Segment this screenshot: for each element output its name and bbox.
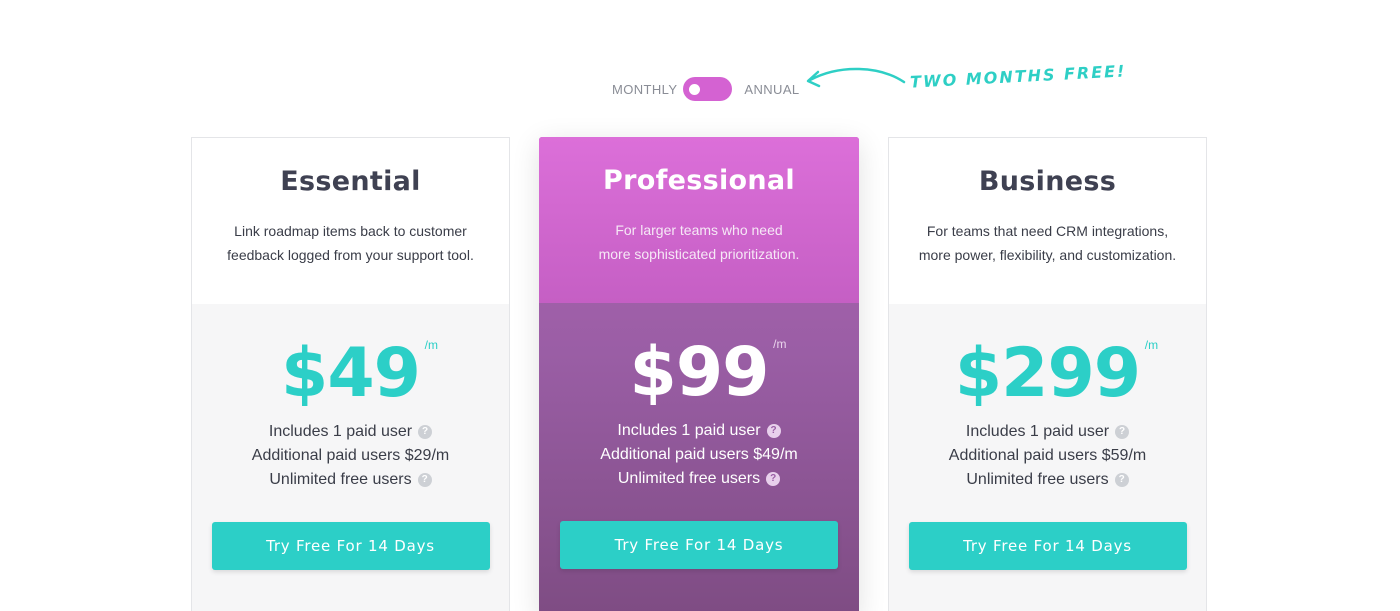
feature-item: Unlimited free users ? (192, 468, 509, 492)
promo-label: TWO MONTHS FREE! (909, 61, 1127, 92)
plan-price: $49 /m (281, 334, 438, 414)
plan-description-line: For teams that need CRM integrations, (926, 223, 1169, 239)
curved-arrow-icon (806, 67, 906, 88)
plan-body: $99 /m Includes 1 paid user ? Additional… (539, 303, 859, 569)
plan-description-line: feedback logged from your support tool. (227, 247, 474, 263)
annual-option[interactable]: ANNUAL (744, 82, 799, 97)
feature-list: Includes 1 paid user ? Additional paid u… (192, 420, 509, 492)
feature-item: Additional paid users $59/m (889, 444, 1206, 468)
price-period: /m (1144, 338, 1159, 352)
feature-item: Additional paid users $49/m (539, 443, 859, 467)
feature-item: Includes 1 paid user ? (192, 420, 509, 444)
price-amount: $299 (954, 334, 1141, 413)
help-icon[interactable]: ? (417, 473, 432, 487)
feature-item: Includes 1 paid user ? (539, 419, 859, 443)
plan-card-professional: Professional For larger teams who need m… (539, 137, 859, 611)
billing-toggle-group: MONTHLY ANNUAL (612, 76, 800, 102)
help-icon[interactable]: ? (766, 472, 781, 486)
help-icon[interactable]: ? (418, 425, 433, 439)
price-amount: $99 (629, 333, 770, 412)
feature-text: Unlimited free users (966, 471, 1109, 488)
feature-item: Additional paid users $29/m (192, 444, 509, 468)
feature-item: Unlimited free users ? (539, 467, 859, 491)
plan-description-line: Link roadmap items back to customer (234, 223, 467, 239)
price-period: /m (424, 338, 438, 352)
feature-text: Unlimited free users (269, 471, 412, 488)
feature-list: Includes 1 paid user ? Additional paid u… (889, 420, 1206, 492)
plan-description: For larger teams who need more sophistic… (539, 218, 859, 266)
try-free-button[interactable]: Try Free For 14 Days (560, 521, 838, 569)
try-free-button[interactable]: Try Free For 14 Days (211, 522, 490, 570)
try-free-button[interactable]: Try Free For 14 Days (908, 522, 1187, 570)
help-icon[interactable]: ? (1114, 473, 1129, 487)
plan-description: For teams that need CRM integrations, mo… (889, 219, 1206, 267)
monthly-option[interactable]: MONTHLY (612, 82, 677, 97)
plan-body: $49 /m Includes 1 paid user ? Additional… (192, 304, 509, 570)
help-icon[interactable]: ? (766, 424, 781, 438)
feature-text: Includes 1 paid user (617, 422, 761, 439)
price-period: /m (773, 337, 787, 351)
plan-description-line: more power, flexibility, and customizati… (918, 247, 1177, 263)
plan-card-business: Business For teams that need CRM integra… (888, 137, 1207, 611)
feature-text: Additional paid users $49/m (600, 446, 798, 463)
feature-text: Additional paid users $29/m (251, 447, 450, 464)
plan-description: Link roadmap items back to customer feed… (192, 219, 509, 267)
plan-name: Professional (603, 165, 795, 196)
feature-list: Includes 1 paid user ? Additional paid u… (539, 419, 859, 491)
feature-text: Unlimited free users (617, 470, 761, 487)
plan-description-line: more sophisticated prioritization. (598, 246, 800, 262)
feature-item: Unlimited free users ? (889, 468, 1206, 492)
plan-description-line: For larger teams who need (615, 222, 783, 238)
billing-toggle-switch[interactable] (683, 77, 733, 101)
help-icon[interactable]: ? (1115, 425, 1130, 439)
feature-text: Includes 1 paid user (965, 423, 1110, 440)
feature-item: Includes 1 paid user ? (889, 420, 1206, 444)
plan-price: $299 /m (954, 334, 1158, 414)
price-amount: $49 (281, 334, 421, 413)
plan-header: Essential Link roadmap items back to cus… (192, 138, 509, 304)
plan-header: Business For teams that need CRM integra… (889, 138, 1206, 304)
plan-price: $99 /m (629, 333, 787, 413)
plan-name: Essential (280, 166, 421, 197)
toggle-knob (689, 84, 701, 95)
feature-text: Includes 1 paid user (268, 423, 413, 440)
plan-body: $299 /m Includes 1 paid user ? Additiona… (889, 304, 1206, 570)
plan-header: Professional For larger teams who need m… (539, 137, 859, 303)
plan-card-essential: Essential Link roadmap items back to cus… (191, 137, 510, 611)
plan-name: Business (978, 166, 1117, 197)
feature-text: Additional paid users $59/m (948, 447, 1147, 464)
